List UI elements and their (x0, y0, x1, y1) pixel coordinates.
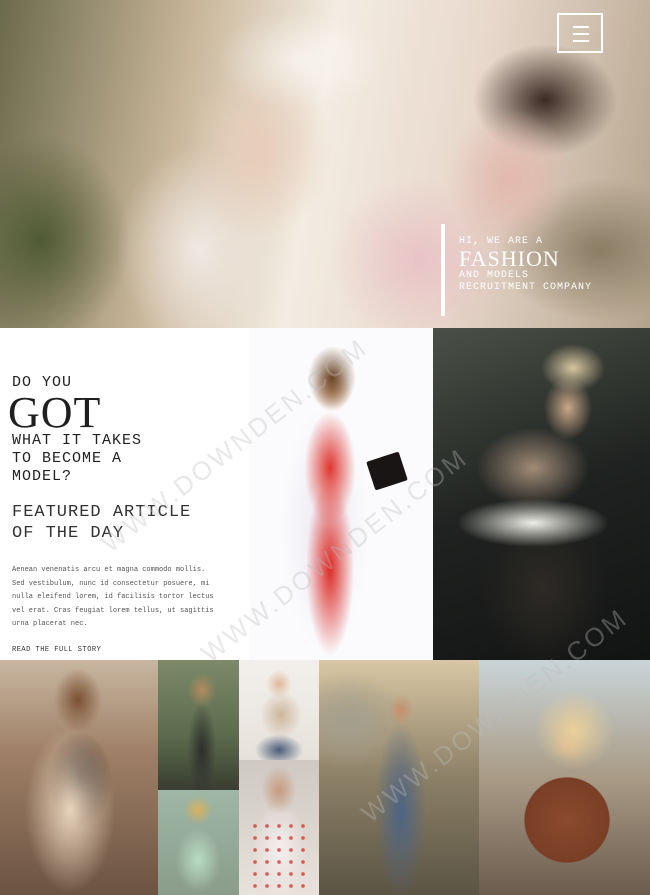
excerpt-line: vel erat. Cras feugiat lorem tellus, ut … (12, 606, 214, 615)
featured-excerpt: Aenean venenatis arcu et magna commodo m… (12, 564, 248, 632)
gallery-photo-mint-cardigan[interactable] (158, 790, 239, 895)
model-feather-dress-photo[interactable] (433, 328, 650, 660)
gallery-photo-print-dress[interactable] (239, 760, 319, 895)
gallery-photo-overalls[interactable] (319, 660, 479, 895)
gallery-photo-stairs[interactable] (158, 660, 239, 790)
gallery-photo-lace-cardigan[interactable] (0, 660, 158, 895)
intro-line-1: WHAT IT TAKES (12, 432, 143, 449)
intro-line-2: TO BECOME A (12, 450, 123, 467)
hero-image: HI, WE ARE A FASHION AND MODELS RECRUITM… (0, 0, 650, 328)
clutch-bag (366, 451, 408, 491)
hero-line-3: AND MODELS (459, 270, 530, 281)
hero-tagline: HI, WE ARE A FASHION AND MODELS RECRUITM… (459, 236, 644, 294)
menu-button[interactable] (557, 13, 603, 53)
excerpt-line: urna placerat nec. (12, 620, 88, 628)
intro-line-3: MODEL? (12, 468, 73, 485)
excerpt-line: Sed vestibulum, nunc id consectetur posu… (12, 579, 210, 588)
intro-panel: DO YOU GOT WHAT IT TAKES TO BECOME A MOD… (0, 328, 250, 660)
hero-line-4: RECRUITMENT COMPANY (459, 282, 593, 293)
featured-heading-line-2: OF THE DAY (12, 524, 125, 543)
hero-accent-bar (441, 224, 445, 316)
intro-got: GOT (8, 388, 102, 437)
hero-line-2: FASHION (459, 246, 560, 271)
excerpt-line: Aenean venenatis arcu et magna commodo m… (12, 566, 206, 574)
featured-heading-line-1: FEATURED ARTICLE (12, 503, 192, 522)
read-full-story-link[interactable]: READ THE FULL STORY (12, 646, 101, 654)
featured-heading: FEATURED ARTICLE OF THE DAY (12, 502, 191, 544)
gallery-photo-blazer[interactable] (239, 660, 319, 760)
gallery-photo-hat[interactable] (479, 660, 650, 895)
excerpt-line: nulla eleifend lorem, id facilisis torto… (12, 593, 214, 601)
model-red-jumpsuit-photo[interactable] (250, 328, 433, 660)
